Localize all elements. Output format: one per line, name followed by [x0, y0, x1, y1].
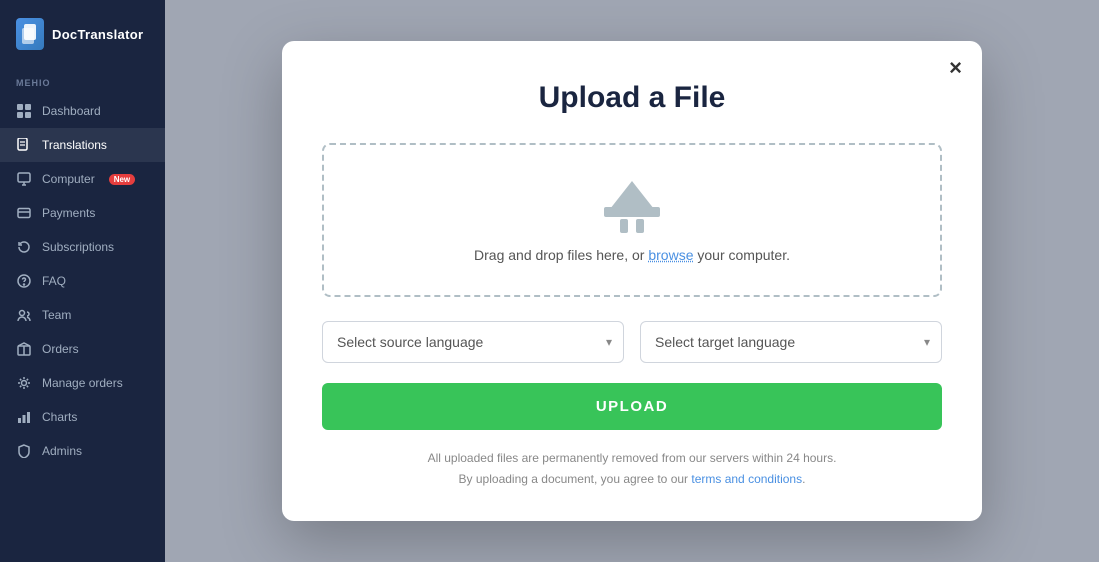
sidebar-item-manage-orders[interactable]: Manage orders [0, 366, 165, 400]
terms-link[interactable]: terms and conditions [691, 472, 802, 486]
file-dropzone[interactable]: Drag and drop files here, or browse your… [322, 143, 942, 297]
upload-button[interactable]: UPLOAD [322, 383, 942, 430]
sidebar-item-team[interactable]: Team [0, 298, 165, 332]
sidebar-item-charts[interactable]: Charts [0, 400, 165, 434]
sidebar: DocTranslator МЕНIO Dashboard Translatio… [0, 0, 165, 562]
sidebar-item-translations[interactable]: Translations [0, 128, 165, 162]
sidebar-item-manage-orders-label: Manage orders [42, 376, 123, 390]
bar-chart-icon [16, 409, 32, 425]
sidebar-item-dashboard[interactable]: Dashboard [0, 94, 165, 128]
footer-suffix: . [802, 472, 805, 486]
sidebar-item-payments[interactable]: Payments [0, 196, 165, 230]
language-selection-row: Select source languageAuto DetectEnglish… [322, 321, 942, 363]
footer-line2: By uploading a document, you agree to ou… [322, 469, 942, 489]
main-content: × Upload a File Drag and drop files here… [165, 0, 1099, 562]
grid-icon [16, 103, 32, 119]
sidebar-item-subscriptions[interactable]: Subscriptions [0, 230, 165, 264]
refresh-icon [16, 239, 32, 255]
sidebar-item-admins-label: Admins [42, 444, 82, 458]
new-badge: New [109, 174, 135, 185]
file-text-icon [16, 137, 32, 153]
footer-line1: All uploaded files are permanently remov… [322, 448, 942, 468]
upload-foot-right [636, 219, 644, 233]
sidebar-item-subscriptions-label: Subscriptions [42, 240, 114, 254]
upload-foot-left [620, 219, 628, 233]
sidebar-item-computer[interactable]: Computer New [0, 162, 165, 196]
target-language-select-wrapper: Select target languageEnglishSpanishFren… [640, 321, 942, 363]
dropzone-browse-link[interactable]: browse [648, 247, 693, 263]
sidebar-item-payments-label: Payments [42, 206, 95, 220]
credit-card-icon [16, 205, 32, 221]
sidebar-item-admins[interactable]: Admins [0, 434, 165, 468]
upload-modal: × Upload a File Drag and drop files here… [282, 41, 982, 521]
modal-title: Upload a File [322, 81, 942, 115]
sidebar-item-faq[interactable]: FAQ [0, 264, 165, 298]
upload-arrow-icon [610, 181, 654, 209]
source-language-select[interactable]: Select source languageAuto DetectEnglish… [322, 321, 624, 363]
sidebar-item-computer-label: Computer [42, 172, 95, 186]
sidebar-item-orders-label: Orders [42, 342, 79, 356]
package-icon [16, 341, 32, 357]
sidebar-item-translations-label: Translations [42, 138, 107, 152]
dropzone-text: Drag and drop files here, or browse your… [474, 247, 790, 263]
help-circle-icon [16, 273, 32, 289]
sidebar-logo: DocTranslator [0, 0, 165, 70]
sidebar-item-charts-label: Charts [42, 410, 77, 424]
dropzone-text-before: Drag and drop files here, or [474, 247, 648, 263]
sidebar-item-team-label: Team [42, 308, 71, 322]
upload-feet-icon [620, 219, 644, 233]
upload-icon [604, 181, 660, 233]
target-language-select[interactable]: Select target languageEnglishSpanishFren… [640, 321, 942, 363]
logo-icon [16, 18, 44, 50]
footer-prefix: By uploading a document, you agree to ou… [459, 472, 692, 486]
sidebar-item-orders[interactable]: Orders [0, 332, 165, 366]
modal-footer: All uploaded files are permanently remov… [322, 448, 942, 489]
dropzone-text-after: your computer. [693, 247, 790, 263]
modal-close-button[interactable]: × [949, 57, 962, 79]
logo-text: DocTranslator [52, 27, 143, 42]
monitor-icon [16, 171, 32, 187]
shield-icon [16, 443, 32, 459]
source-language-select-wrapper: Select source languageAuto DetectEnglish… [322, 321, 624, 363]
menu-label: МЕНIO [0, 70, 165, 94]
sidebar-item-faq-label: FAQ [42, 274, 66, 288]
upload-base-icon [604, 207, 660, 217]
sidebar-item-dashboard-label: Dashboard [42, 104, 101, 118]
users-icon [16, 307, 32, 323]
modal-overlay: × Upload a File Drag and drop files here… [165, 0, 1099, 562]
settings-icon [16, 375, 32, 391]
